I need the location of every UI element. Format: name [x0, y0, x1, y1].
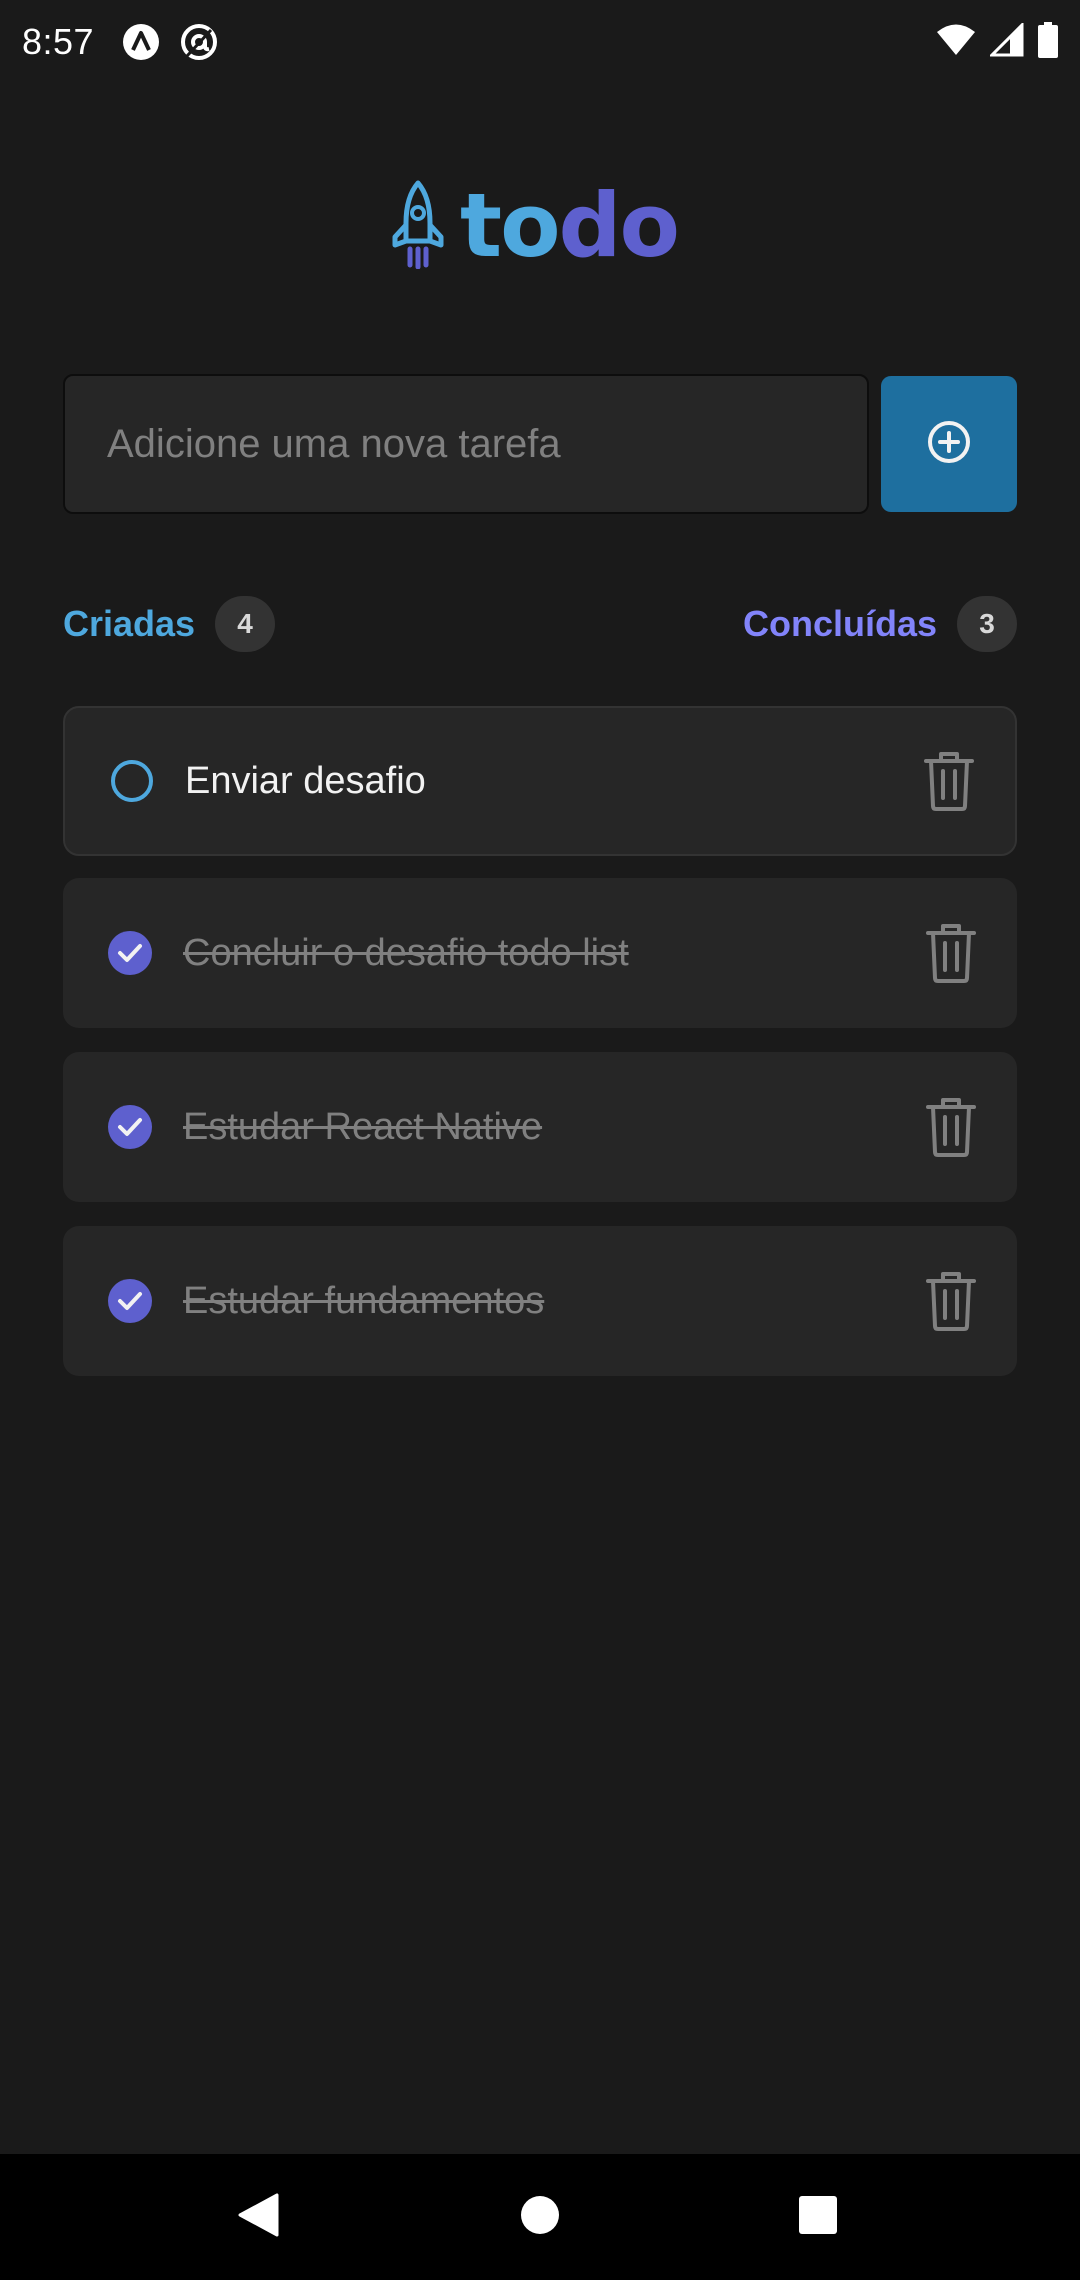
app-at-icon — [178, 21, 220, 63]
status-icons — [936, 20, 1058, 63]
checked-circle-icon[interactable] — [107, 930, 153, 976]
status-bar: 8:57 — [0, 0, 1080, 84]
recents-button[interactable] — [758, 2154, 878, 2280]
task-item: Enviar desafio — [63, 706, 1017, 856]
task-item: Estudar React Native — [63, 1052, 1017, 1202]
created-label: Criadas — [63, 603, 196, 644]
trash-icon[interactable] — [921, 1266, 981, 1336]
new-task-form — [63, 374, 1017, 514]
done-label: Concluídas — [742, 603, 937, 644]
task-item: Concluir o desafio todo list — [63, 878, 1017, 1028]
status-time: 8:57 — [22, 21, 95, 62]
task-text: Concluir o desafio todo list — [183, 931, 629, 974]
logo-text-do: do — [558, 174, 680, 277]
app-a-icon — [120, 21, 162, 63]
task-item: Estudar fundamentos — [63, 1226, 1017, 1376]
wifi-icon — [936, 23, 976, 62]
done-count-badge: 3 — [957, 596, 1017, 652]
created-count-badge: 4 — [215, 596, 276, 652]
plus-circle-icon — [926, 419, 972, 470]
trash-icon[interactable] — [921, 918, 981, 988]
back-button[interactable] — [198, 2154, 318, 2280]
trash-icon[interactable] — [919, 746, 979, 816]
home-button[interactable] — [480, 2154, 600, 2280]
home-icon — [520, 2195, 560, 2240]
app-logo: todo — [390, 176, 680, 276]
task-text: Estudar fundamentos — [183, 1279, 545, 1322]
logo-text: todo — [460, 182, 680, 270]
recents-icon — [798, 2195, 838, 2240]
task-text: Estudar React Native — [183, 1105, 543, 1148]
checked-circle-icon[interactable] — [107, 1278, 153, 1324]
back-icon — [237, 2193, 279, 2242]
created-counter: Criadas 4 — [63, 596, 276, 652]
unchecked-circle-icon[interactable] — [109, 758, 155, 804]
task-text: Enviar desafio — [185, 759, 426, 802]
done-counter: Concluídas 3 — [743, 596, 1017, 652]
new-task-input[interactable] — [63, 374, 869, 514]
navigation-bar — [0, 2154, 1080, 2280]
checked-circle-icon[interactable] — [107, 1104, 153, 1150]
logo-text-to: to — [460, 174, 561, 277]
trash-icon[interactable] — [921, 1092, 981, 1162]
rocket-icon — [390, 179, 446, 274]
signal-icon — [988, 20, 1024, 62]
battery-icon — [1038, 21, 1058, 63]
add-task-button[interactable] — [881, 376, 1017, 512]
task-counters: Criadas 4 Concluídas 3 — [63, 596, 1017, 656]
